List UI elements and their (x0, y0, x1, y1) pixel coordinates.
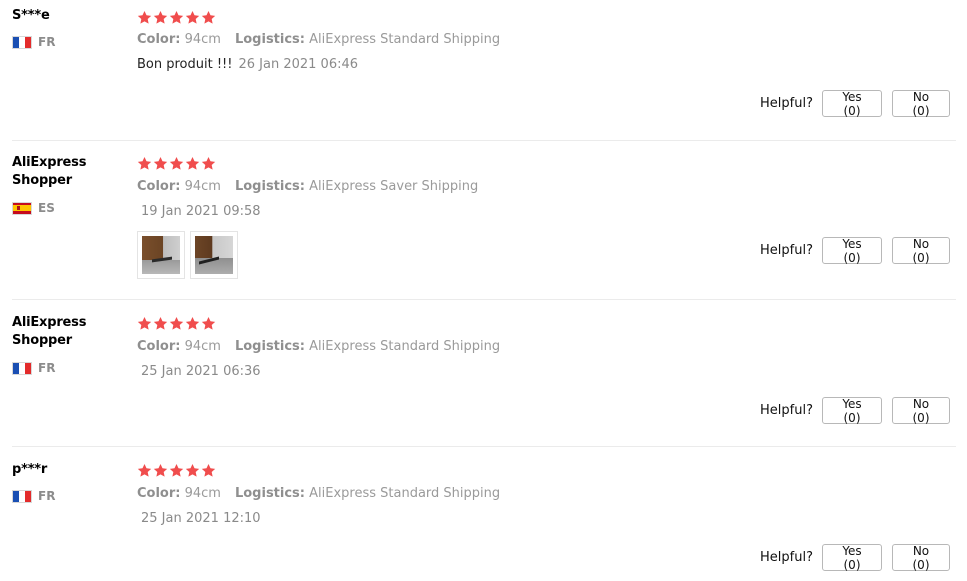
helpful-vote: Helpful? Yes (0) No (0) (760, 397, 950, 425)
helpful-vote: Helpful? Yes (0) No (0) (760, 237, 950, 265)
star-icon (169, 156, 184, 170)
review-date: 25 Jan 2021 12:10 (141, 511, 261, 526)
helpful-yes-button[interactable]: Yes (0) (822, 237, 882, 265)
review-meta: Color: 94cm Logistics: AliExpress Standar… (137, 339, 500, 354)
color-value: 94cm (184, 339, 221, 354)
review-photo-thumbnail[interactable] (137, 231, 185, 279)
review-photo-image (195, 236, 233, 274)
star-rating (137, 316, 216, 331)
star-icon (153, 463, 168, 477)
star-icon (201, 156, 216, 170)
star-icon (185, 463, 200, 477)
star-icon (169, 463, 184, 477)
review-divider (12, 446, 956, 447)
review-meta: Color: 94cm Logistics: AliExpress Standar… (137, 486, 500, 501)
star-rating (137, 463, 216, 478)
star-icon (153, 156, 168, 170)
star-icon (201, 463, 216, 477)
star-rating (137, 10, 216, 25)
country-code: FR (38, 35, 56, 49)
review-date: 25 Jan 2021 06:36 (141, 364, 261, 379)
logistics-label: Logistics: (234, 339, 305, 354)
reviewer-name: AliExpress Shopper (12, 155, 87, 188)
star-icon (201, 316, 216, 330)
helpful-no-button[interactable]: No (0) (892, 90, 950, 118)
france-flag-icon (12, 489, 32, 503)
review-date: 19 Jan 2021 09:58 (141, 204, 261, 219)
spain-flag-icon (12, 201, 32, 215)
country-code: ES (38, 201, 55, 215)
star-icon (185, 316, 200, 330)
review-meta: Color: 94cm Logistics: AliExpress Standar… (137, 32, 500, 47)
reviewer-country: FR (12, 35, 55, 49)
country-code: FR (38, 489, 56, 503)
color-value: 94cm (184, 179, 221, 194)
helpful-no-button[interactable]: No (0) (892, 544, 950, 572)
color-label: Color: (137, 339, 181, 354)
star-icon (169, 10, 184, 24)
helpful-label: Helpful? (760, 550, 813, 565)
star-icon (185, 156, 200, 170)
color-label: Color: (137, 179, 181, 194)
helpful-vote: Helpful? Yes (0) No (0) (760, 544, 950, 572)
review-meta: Color: 94cm Logistics: AliExpress Saver S… (137, 179, 478, 194)
review-content: Bon produit !!! 26 Jan 2021 06:46 (137, 57, 358, 72)
star-icon (185, 10, 200, 24)
logistics-label: Logistics: (234, 32, 305, 47)
reviewer-name: AliExpress Shopper (12, 315, 87, 348)
review-photo-image (142, 236, 180, 274)
reviewer-country: FR (12, 489, 55, 503)
star-icon (153, 316, 168, 330)
review-photo-thumbnail[interactable] (190, 231, 238, 279)
star-icon (137, 316, 152, 330)
helpful-yes-button[interactable]: Yes (0) (822, 90, 882, 118)
logistics-value: AliExpress Standard Shipping (309, 32, 501, 47)
color-value: 94cm (184, 486, 221, 501)
logistics-label: Logistics: (234, 179, 305, 194)
reviewer-country: ES (12, 201, 55, 215)
star-icon (201, 10, 216, 24)
france-flag-icon (12, 35, 32, 49)
color-label: Color: (137, 486, 181, 501)
review-divider (12, 140, 956, 141)
france-flag-icon (12, 361, 32, 375)
reviewer-country: FR (12, 361, 55, 375)
country-code: FR (38, 361, 56, 375)
helpful-label: Helpful? (760, 243, 813, 258)
reviewer-name: S***e (12, 8, 50, 23)
review-content: 25 Jan 2021 06:36 (137, 364, 261, 379)
reviewer-name: p***r (12, 462, 48, 477)
helpful-yes-button[interactable]: Yes (0) (822, 397, 882, 425)
logistics-value: AliExpress Saver Shipping (309, 179, 479, 194)
star-icon (153, 10, 168, 24)
helpful-yes-button[interactable]: Yes (0) (822, 544, 882, 572)
review-content: 25 Jan 2021 12:10 (137, 511, 261, 526)
logistics-label: Logistics: (234, 486, 305, 501)
review-content: 19 Jan 2021 09:58 (137, 204, 261, 219)
color-value: 94cm (184, 32, 221, 47)
review-divider (12, 299, 956, 300)
helpful-vote: Helpful? Yes (0) No (0) (760, 90, 950, 118)
review-date: 26 Jan 2021 06:46 (238, 57, 359, 72)
logistics-value: AliExpress Standard Shipping (309, 486, 501, 501)
logistics-value: AliExpress Standard Shipping (309, 339, 501, 354)
helpful-no-button[interactable]: No (0) (892, 397, 950, 425)
helpful-label: Helpful? (760, 96, 813, 111)
helpful-label: Helpful? (760, 403, 813, 418)
star-rating (137, 156, 216, 171)
review-photos (137, 231, 238, 279)
star-icon (169, 316, 184, 330)
star-icon (137, 156, 152, 170)
star-icon (137, 10, 152, 24)
review-text: Bon produit !!! (137, 57, 233, 72)
star-icon (137, 463, 152, 477)
helpful-no-button[interactable]: No (0) (892, 237, 950, 265)
color-label: Color: (137, 32, 181, 47)
